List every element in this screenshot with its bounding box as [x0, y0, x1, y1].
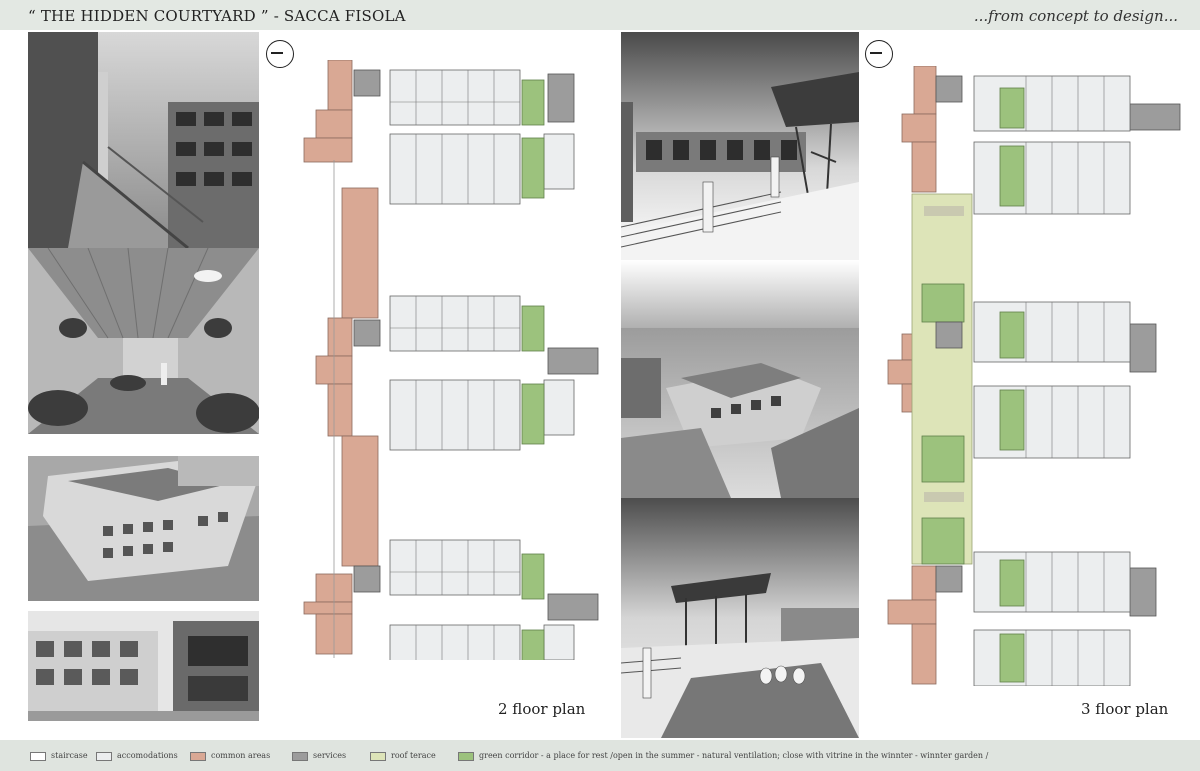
legend-swatch — [458, 751, 474, 761]
legend-item-services: services — [292, 751, 346, 761]
header-bar: “ THE HIDDEN COURTYARD ” - SACCA FISOLA … — [0, 0, 1200, 30]
legend-item-roof-terrace: roof terace — [370, 751, 436, 761]
legend-swatch — [190, 751, 206, 761]
north-arrow-icon — [266, 40, 294, 68]
render-roof-terrace-lawn — [621, 498, 859, 738]
floor2-plan-label: 2 floor plan — [498, 700, 586, 718]
legend-item-green-corridor: green corridor - a place for rest /open … — [458, 751, 988, 761]
legend-swatch — [30, 751, 46, 761]
render-street-facade — [28, 611, 259, 721]
board-title: “ THE HIDDEN COURTYARD ” - SACCA FISOLA — [28, 7, 406, 25]
render-aerial-roof — [621, 328, 859, 498]
floor3-plan-label: 3 floor plan — [1081, 700, 1169, 718]
legend-item-common-areas: common areas — [190, 751, 270, 761]
legend-swatch — [96, 751, 112, 761]
render-balcony-courtyard — [28, 32, 259, 248]
floor-plan-2 — [300, 60, 610, 660]
floor-plan-3 — [886, 66, 1186, 686]
render-aerial-building — [28, 456, 259, 601]
legend-swatch — [292, 751, 308, 761]
legend-item-staircase: staircase — [30, 751, 88, 761]
board-tagline: ...from concept to design... — [973, 7, 1178, 25]
legend-swatch — [370, 751, 386, 761]
render-green-corridor — [28, 248, 259, 434]
render-sky-gradient — [621, 260, 859, 328]
legend-item-accommodations: accomodations — [96, 751, 178, 761]
render-roof-terrace-people — [621, 32, 859, 260]
north-arrow-icon — [865, 40, 893, 68]
legend-bar: staircase accomodations common areas ser… — [0, 740, 1200, 771]
